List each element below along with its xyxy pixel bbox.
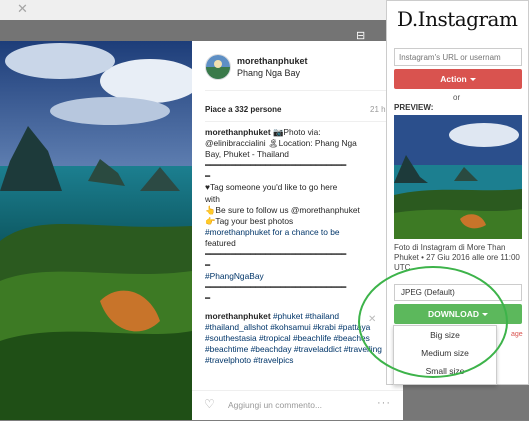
red-text-fragment: age xyxy=(511,331,523,338)
more-icon[interactable]: ··· xyxy=(377,397,391,409)
caption-line: 👉Tag your best photos xyxy=(205,215,294,226)
comment-input[interactable]: Aggiungi un commento... xyxy=(228,400,322,410)
divider xyxy=(205,121,391,122)
close-icon[interactable]: ✕ xyxy=(368,314,376,325)
comment: morethanphuket #phuket #thailand #thaila… xyxy=(205,311,385,366)
menu-item-big[interactable]: Big size xyxy=(394,326,496,344)
preview-label: PREVIEW: xyxy=(394,103,434,112)
avatar[interactable] xyxy=(205,54,231,80)
or-label: or xyxy=(453,93,461,102)
caret-down-icon xyxy=(469,78,476,82)
menu-item-medium[interactable]: Medium size xyxy=(394,344,496,362)
url-input[interactable] xyxy=(394,48,522,66)
caption-line: with xyxy=(205,193,220,204)
caption-line: @elinibraccialini 🏝Location: Phang Nga xyxy=(205,138,357,149)
caret-down-icon xyxy=(482,313,488,317)
post-username[interactable]: morethanphuket xyxy=(237,56,308,66)
likes-count[interactable]: Piace a 332 persone xyxy=(205,105,282,114)
post-details-panel: morethanphuket Phang Nga Bay Piace a 332… xyxy=(192,41,403,420)
extension-logo: D.Instagram xyxy=(397,7,518,31)
caption-line[interactable]: #morethanphuket for a chance to be xyxy=(205,227,340,237)
close-icon[interactable]: ✕ xyxy=(17,2,28,17)
download-label: DOWNLOAD xyxy=(428,309,479,319)
heart-icon[interactable]: ♡ xyxy=(204,397,215,411)
download-button[interactable]: DOWNLOAD xyxy=(394,304,522,324)
preview-thumbnail xyxy=(394,115,522,239)
caption-line: ━━━━━━━━━━━━━━━━━━━━━━━━━━━━ xyxy=(205,249,347,260)
comment-bar: ♡ Aggiungi un commento... ··· xyxy=(192,390,403,421)
action-button[interactable]: Action xyxy=(394,69,522,89)
preview-meta: Foto di Instagram di More Than Phuket • … xyxy=(394,243,520,272)
caption-line: 👆Be sure to follow us @morethanphuket xyxy=(205,204,360,215)
post-location[interactable]: Phang Nga Bay xyxy=(237,68,300,78)
divider xyxy=(205,90,391,91)
caption-body: morethanphuket 📷Photo via: @elinibraccia… xyxy=(205,127,385,305)
comment-username[interactable]: morethanphuket xyxy=(205,311,271,321)
caption-line: ━ xyxy=(205,171,211,182)
post-photo xyxy=(0,41,192,420)
post-age: 21 h xyxy=(370,105,386,114)
format-select[interactable]: JPEG (Default) xyxy=(394,284,522,301)
caption-line: ━━━━━━━━━━━━━━━━━━━━━━━━━━━━ xyxy=(205,160,347,171)
caption-line: ♥Tag someone you'd like to go here xyxy=(205,182,338,193)
caption-line: ━━━━━━━━━━━━━━━━━━━━━━━━━━━━ xyxy=(205,282,347,293)
caption-username[interactable]: morethanphuket xyxy=(205,127,271,137)
menu-item-small[interactable]: Small size xyxy=(394,362,496,380)
caption-line: Bay, Phuket - Thailand xyxy=(205,149,289,160)
caption-line: ━ xyxy=(205,293,211,304)
caption-intro: 📷Photo via: xyxy=(272,127,321,137)
caption-line[interactable]: #PhangNgaBay xyxy=(205,271,264,281)
caption-line: featured xyxy=(205,237,236,248)
action-label: Action xyxy=(440,74,467,84)
caption: morethanphuket 📷Photo via: @elinibraccia… xyxy=(205,127,385,381)
caption-line: ━ xyxy=(205,260,211,271)
format-value: JPEG (Default) xyxy=(401,288,455,297)
download-size-menu: Big size Medium size Small size xyxy=(393,325,497,385)
